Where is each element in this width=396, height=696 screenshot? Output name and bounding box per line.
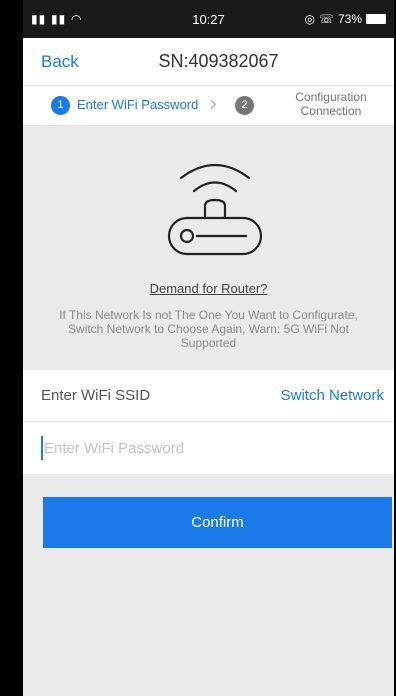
status-right: ◎ ☏ 73%: [304, 12, 386, 26]
location-icon: ◎: [304, 12, 315, 26]
hd-icon: ☏: [318, 12, 334, 26]
step-1-number: 1: [51, 96, 70, 115]
step-2-number: 2: [235, 96, 254, 115]
demand-for-router-link[interactable]: Demand for Router?: [23, 281, 394, 296]
status-bar: ▮▮ ▮▮ ◠ 10:27 ◎ ☏ 73%: [23, 0, 394, 38]
device-frame: ▮▮ ▮▮ ◠ 10:27 ◎ ☏ 73% Back SN:409382067 …: [0, 0, 396, 696]
confirm-button[interactable]: Confirm: [43, 497, 392, 548]
switch-network-button[interactable]: Switch Network: [281, 387, 384, 404]
router-wifi-icon: [167, 164, 263, 256]
battery-icon: [366, 14, 386, 24]
step-1-label: Enter WiFi Password: [77, 97, 199, 112]
step-2-label: Configuration Connection: [286, 90, 376, 118]
ssid-label: Enter WiFi SSID: [41, 387, 151, 404]
step-2-label-line2: Connection: [300, 104, 362, 118]
page-title: SN:409382067: [158, 51, 279, 71]
wifi-password-input[interactable]: [41, 436, 371, 460]
step-2-label-line1: Configuration: [295, 90, 367, 104]
nav-header: Back SN:409382067: [23, 38, 394, 86]
chevron-right-icon: ›: [209, 92, 218, 117]
step-indicator: 1 Enter WiFi Password › 2 Configuration …: [23, 86, 394, 126]
network-hint-text: If This Network Is not The One You Want …: [59, 308, 358, 350]
battery-percent: 73%: [337, 12, 362, 26]
password-row: [23, 422, 394, 474]
app-screen: ▮▮ ▮▮ ◠ 10:27 ◎ ☏ 73% Back SN:409382067 …: [23, 0, 394, 696]
router-illustration-area: Demand for Router? If This Network Is no…: [23, 126, 394, 360]
ssid-row: Enter WiFi SSID Switch Network: [23, 370, 394, 422]
